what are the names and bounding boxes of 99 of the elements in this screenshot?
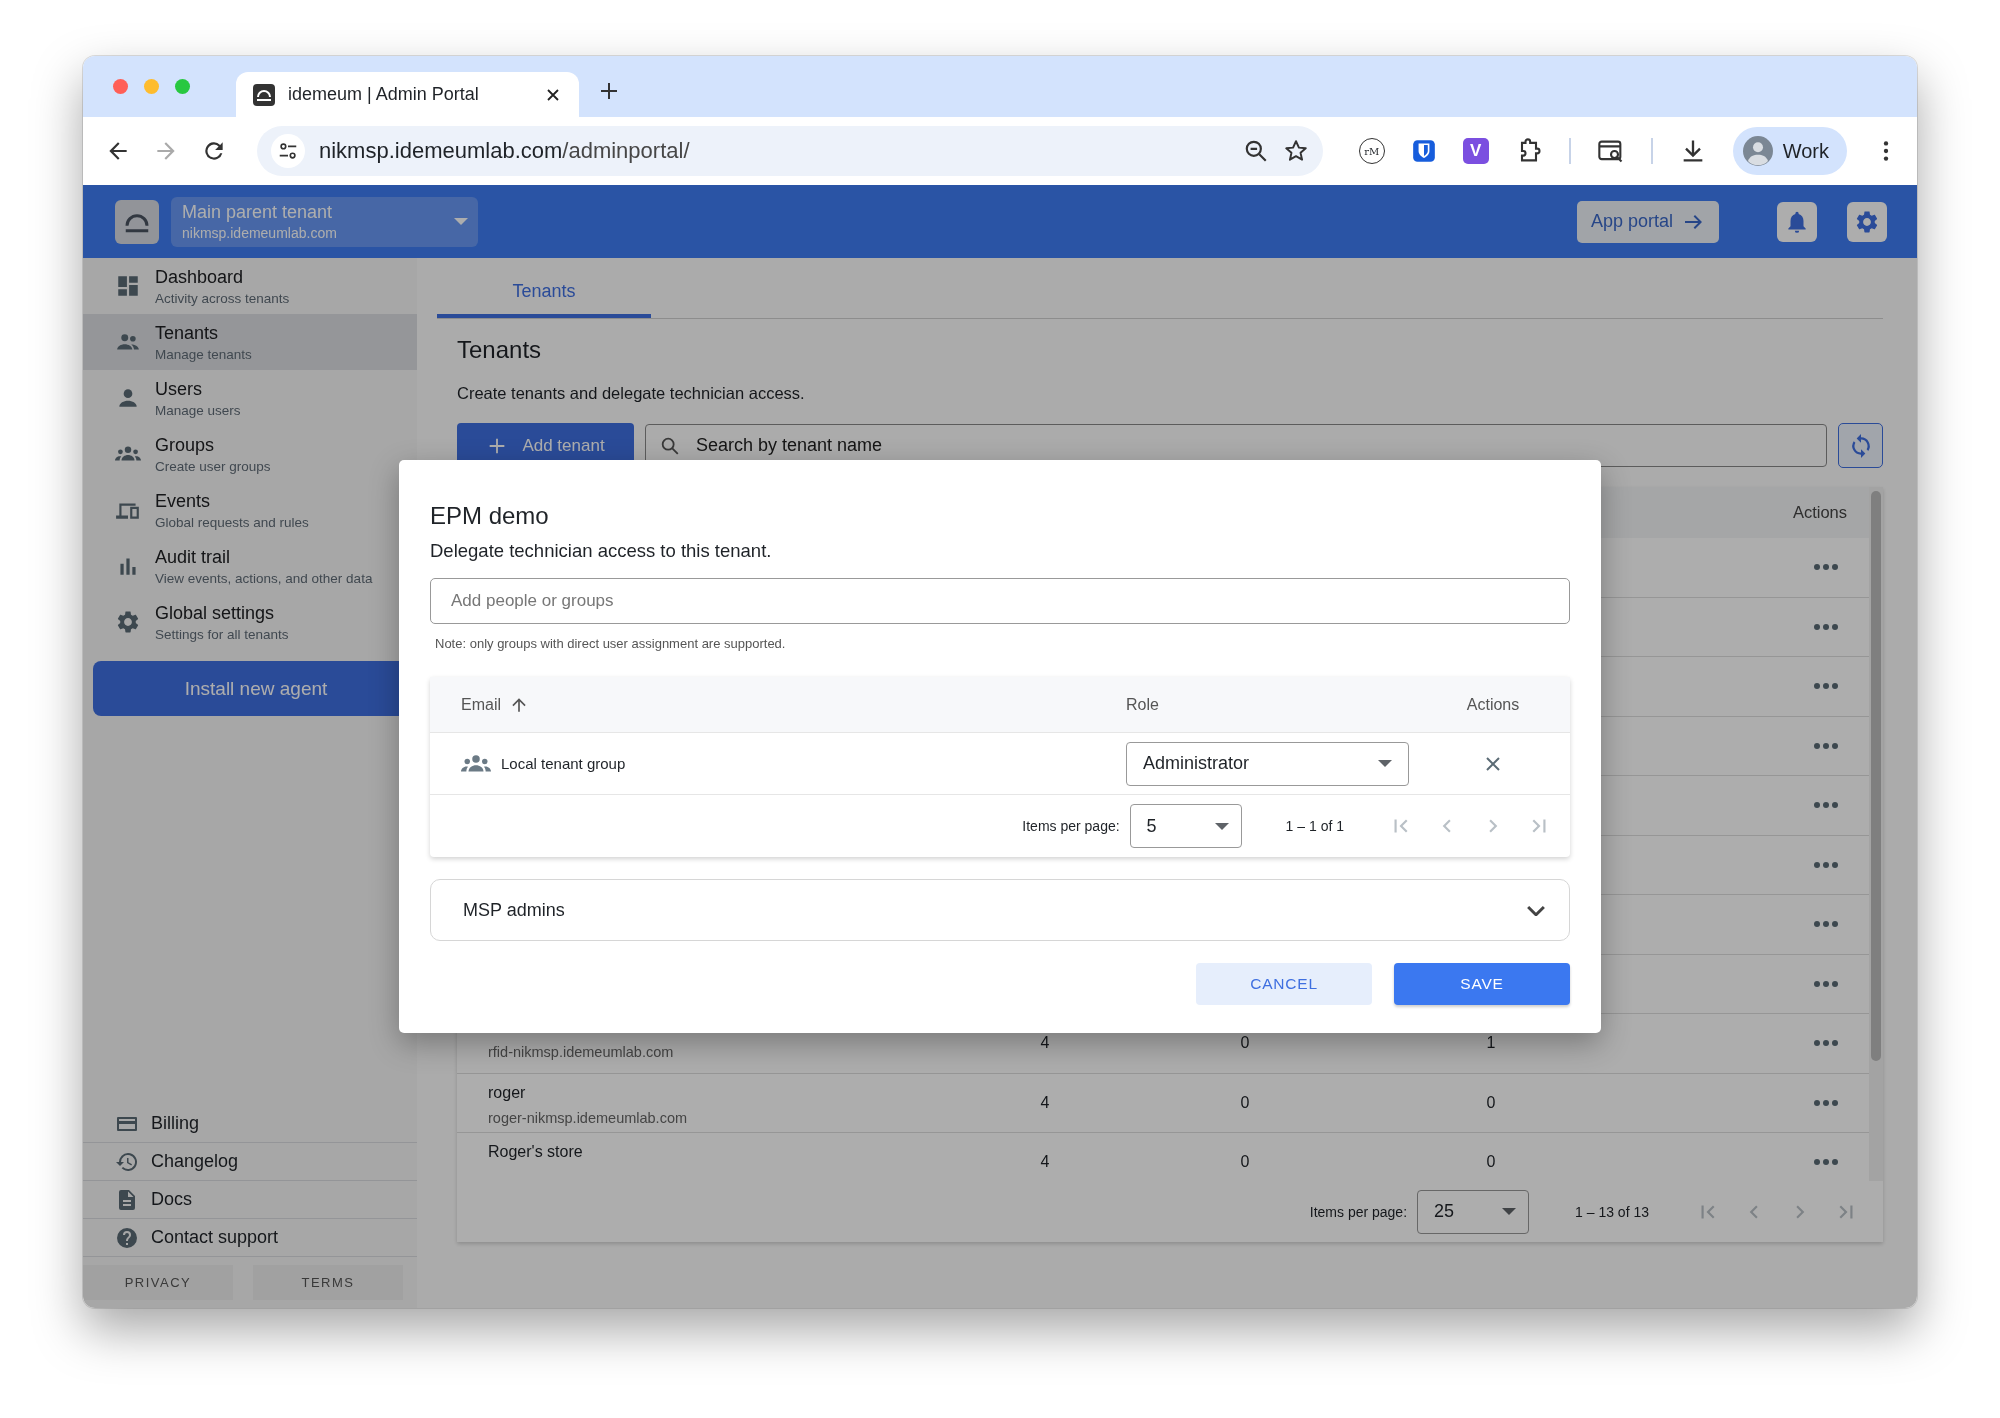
dashboard-icon xyxy=(115,273,141,299)
column-header: Actions xyxy=(1792,503,1847,522)
sidebar-link[interactable]: Docs xyxy=(83,1181,417,1219)
address-bar[interactable]: nikmsp.idemeumlab.com/adminportal/ xyxy=(257,126,1323,176)
sidebar-item[interactable]: Events Global requests and rules xyxy=(83,482,417,538)
more-icon[interactable] xyxy=(1813,622,1839,631)
more-icon[interactable] xyxy=(1813,563,1839,572)
sidebar-item[interactable]: Dashboard Activity across tenants xyxy=(83,258,417,314)
table-cell-text: 1 xyxy=(1485,1034,1497,1053)
refresh-button[interactable] xyxy=(1838,423,1883,468)
sidebar-item[interactable]: Tenants Manage tenants xyxy=(83,314,417,370)
role-select[interactable]: Administrator xyxy=(1126,741,1409,786)
more-icon[interactable] xyxy=(1813,682,1839,691)
browser-tab[interactable]: idemeum | Admin Portal xyxy=(236,72,579,117)
sidebar-item-subtitle: Create user groups xyxy=(155,458,271,474)
more-icon[interactable] xyxy=(1813,1158,1839,1167)
search-icon xyxy=(659,435,681,457)
logo-icon[interactable] xyxy=(115,199,159,244)
page-range: 1 – 1 of 1 xyxy=(1285,818,1344,834)
tenant-domain: rfid-nikmsp.idemeumlab.com xyxy=(488,1044,675,1060)
table-cell-text: 0 xyxy=(1239,1034,1251,1053)
search-field[interactable]: Search by tenant name xyxy=(645,424,1827,467)
page-description: Create tenants and delegate technician access. xyxy=(457,384,806,403)
close-window-icon[interactable] xyxy=(113,79,128,94)
more-icon[interactable] xyxy=(1813,1039,1839,1048)
sidebar-item-subtitle: View events, actions, and other data xyxy=(155,570,373,586)
sidebar-item[interactable]: Global settings Settings for all tenants xyxy=(83,594,417,650)
items-per-page-label: Items per page: xyxy=(1022,818,1120,834)
dialog-subtitle: Delegate technician access to this tenant. xyxy=(430,540,773,562)
settings-button[interactable] xyxy=(1847,201,1887,242)
more-icon[interactable] xyxy=(1813,979,1839,988)
sidebar-item-label: Groups xyxy=(155,434,216,456)
sidebar-item[interactable]: Audit trail View events, actions, and other data xyxy=(83,538,417,594)
table-cell-text: 0 xyxy=(1485,1093,1497,1112)
more-icon[interactable] xyxy=(1813,1098,1839,1107)
sidebar-item[interactable]: Users Manage users xyxy=(83,370,417,426)
shield-icon[interactable] xyxy=(1410,138,1437,164)
items-per-page-label: Items per page: xyxy=(1309,1203,1408,1220)
scrollbar-thumb[interactable] xyxy=(1871,491,1881,1061)
expansion-panel[interactable]: MSP admins xyxy=(430,879,1570,941)
save-button[interactable]: SAVE xyxy=(1394,963,1570,1005)
sidebar-item-label: Users xyxy=(155,378,203,400)
hint-text: Note: only groups with direct user assignment are supported. xyxy=(435,636,787,651)
sidebar-link[interactable]: Billing xyxy=(83,1105,417,1143)
table-cell-text: 4 xyxy=(1039,1093,1051,1112)
table-cell-text: 4 xyxy=(1039,1153,1051,1172)
avatar-icon xyxy=(1742,136,1773,166)
table-cell-text: 4 xyxy=(1039,1034,1051,1053)
page-size-select[interactable]: 5 xyxy=(1129,804,1242,848)
help-icon xyxy=(115,1225,139,1250)
cancel-button[interactable]: CANCEL xyxy=(1196,963,1372,1005)
page-size-select[interactable]: 25 xyxy=(1417,1189,1530,1234)
caret-icon xyxy=(1502,1208,1517,1215)
sidebar-item-label: Global settings xyxy=(155,602,276,624)
caret-icon xyxy=(1378,760,1392,767)
sidebar-item-subtitle: Manage users xyxy=(155,402,241,418)
dialog-title: EPM demo xyxy=(430,502,550,530)
legal-link[interactable]: TERMS xyxy=(253,1265,403,1300)
caret-icon xyxy=(454,218,468,225)
app-portal-button[interactable]: App portal xyxy=(1576,200,1719,243)
tenant-name: Roger's store xyxy=(488,1143,584,1161)
column-header[interactable]: Role xyxy=(1126,695,1159,714)
sidebar-item-label: Events xyxy=(155,490,212,512)
settings-icon xyxy=(115,609,141,635)
sidebar-item-subtitle: Manage tenants xyxy=(155,346,252,362)
more-icon[interactable] xyxy=(1813,801,1839,810)
star-icon[interactable] xyxy=(1282,138,1309,164)
sidebar-link[interactable]: Contact support xyxy=(83,1219,417,1257)
page-range: 1 – 13 of 13 xyxy=(1575,1203,1649,1220)
tenant-name: roger xyxy=(488,1083,527,1102)
people-input-field[interactable]: Add people or groups xyxy=(430,578,1570,624)
tenant-domain: roger-nikmsp.idemeumlab.com xyxy=(488,1109,689,1126)
table-cell-text: 0 xyxy=(1239,1153,1251,1172)
column-header[interactable]: Email xyxy=(461,694,529,715)
more-icon[interactable] xyxy=(1813,920,1839,929)
table-cell-text: 0 xyxy=(1485,1153,1497,1172)
chevron-down-icon xyxy=(1527,904,1545,916)
extension-icon[interactable]: V xyxy=(1462,138,1489,164)
member-name: Local tenant group xyxy=(501,755,626,772)
more-icon[interactable] xyxy=(1813,860,1839,869)
caret-icon xyxy=(1214,822,1229,830)
sidebar-item-label: Audit trail xyxy=(155,546,232,568)
profile-button[interactable]: Work xyxy=(1732,127,1847,175)
legal-link[interactable]: PRIVACY xyxy=(83,1265,233,1300)
sidebar-item[interactable]: Groups Create user groups xyxy=(83,426,417,482)
sidebar-item-label: Tenants xyxy=(155,322,220,344)
sidebar-item-subtitle: Global requests and rules xyxy=(155,514,309,530)
tab[interactable]: Tenants xyxy=(437,258,651,318)
site-settings-icon[interactable] xyxy=(271,134,305,168)
more-icon[interactable] xyxy=(1813,741,1839,750)
favicon-icon xyxy=(252,82,276,107)
table-cell-text: 0 xyxy=(1239,1093,1251,1112)
sidebar-item-subtitle: Settings for all tenants xyxy=(155,626,289,642)
column-header[interactable]: Actions xyxy=(1466,695,1520,714)
sidebar-item-subtitle: Activity across tenants xyxy=(155,290,290,306)
sidebar-link[interactable]: Changelog xyxy=(83,1143,417,1181)
sidebar-item-label: Dashboard xyxy=(155,266,245,288)
notifications-button[interactable] xyxy=(1777,201,1817,242)
page-title: Tenants xyxy=(457,336,543,364)
